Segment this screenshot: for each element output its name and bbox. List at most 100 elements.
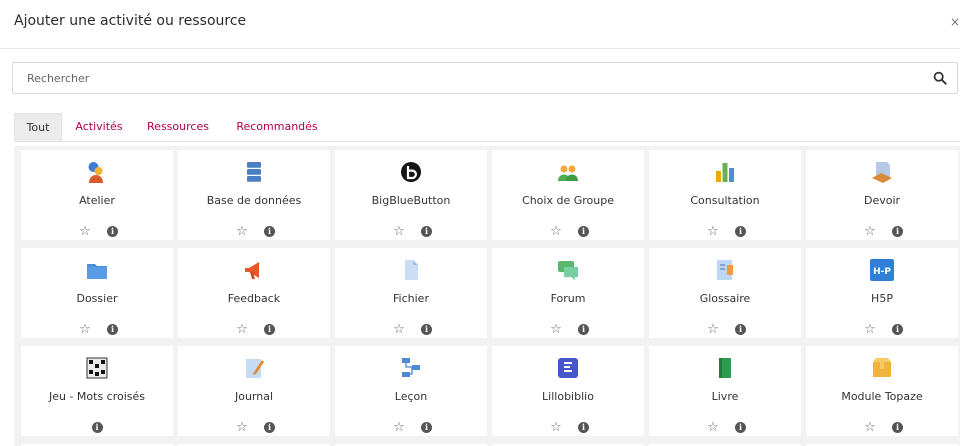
actions: ☆ i: [492, 319, 644, 337]
info-icon[interactable]: i: [91, 422, 103, 433]
star-icon[interactable]: ☆: [704, 224, 722, 239]
info-icon[interactable]: i: [264, 422, 276, 433]
tab-ressources[interactable]: Ressources: [142, 113, 214, 140]
activity-card-forum[interactable]: Forum ☆ i: [492, 248, 644, 338]
activity-card-choix-de-groupe[interactable]: Choix de Groupe ☆ i: [492, 150, 644, 240]
add-activity-modal: Ajouter une activité ou ressource × Tout…: [0, 0, 960, 446]
actions: ☆ i: [178, 417, 330, 435]
star-icon[interactable]: ☆: [704, 420, 722, 435]
crossword-icon: [86, 357, 108, 379]
star-icon[interactable]: ☆: [390, 420, 408, 435]
activity-label: Feedback: [227, 292, 281, 305]
bigbluebutton-icon: [401, 162, 421, 182]
info-icon[interactable]: i: [578, 422, 590, 433]
star-icon[interactable]: ☆: [861, 322, 879, 337]
activity-label: Fichier: [393, 292, 429, 305]
star-icon[interactable]: ☆: [547, 322, 565, 337]
lesson-icon: [402, 358, 420, 377]
info-icon[interactable]: i: [892, 422, 904, 433]
info-icon[interactable]: i: [578, 226, 590, 237]
activity-card-livre[interactable]: Livre ☆ i: [649, 346, 801, 436]
activity-label: BigBlueButton: [371, 194, 451, 207]
star-icon[interactable]: ☆: [861, 224, 879, 239]
chart-icon: [716, 163, 734, 182]
activity-label: Lillobiblio: [542, 390, 594, 403]
star-icon[interactable]: ☆: [547, 224, 565, 239]
info-icon[interactable]: i: [421, 226, 433, 237]
actions: ☆ i: [21, 221, 173, 239]
activity-label: Glossaire: [699, 292, 751, 305]
folder-icon: [87, 264, 107, 279]
activity-card-fichier[interactable]: Fichier ☆ i: [335, 248, 487, 338]
activity-label: Atelier: [79, 194, 115, 207]
search-icon[interactable]: [933, 71, 947, 85]
activity-card-feedback[interactable]: Feedback ☆ i: [178, 248, 330, 338]
info-icon[interactable]: i: [421, 422, 433, 433]
star-icon[interactable]: ☆: [861, 420, 879, 435]
star-icon[interactable]: ☆: [233, 322, 251, 337]
forum-icon: [558, 261, 578, 280]
actions: ☆ i: [806, 417, 958, 435]
info-icon[interactable]: i: [264, 226, 276, 237]
star-icon[interactable]: ☆: [233, 224, 251, 239]
topaze-icon: [873, 358, 891, 377]
activity-card-lecon[interactable]: Leçon ☆ i: [335, 346, 487, 436]
activity-card-atelier[interactable]: Atelier ☆ i: [21, 150, 173, 240]
activity-card-lillobiblio[interactable]: Lillobiblio ☆ i: [492, 346, 644, 436]
info-icon[interactable]: i: [107, 324, 119, 335]
activity-card-journal[interactable]: Journal ☆ i: [178, 346, 330, 436]
close-icon[interactable]: ×: [950, 12, 960, 32]
activity-card-devoir[interactable]: Devoir ☆ i: [806, 150, 958, 240]
info-icon[interactable]: i: [735, 422, 747, 433]
star-icon[interactable]: ☆: [233, 420, 251, 435]
star-icon[interactable]: ☆: [390, 224, 408, 239]
activity-grid: Atelier ☆ i Base de données ☆ i BigBlueB…: [14, 146, 960, 446]
info-icon[interactable]: i: [107, 226, 119, 237]
search-input[interactable]: [13, 63, 957, 93]
star-icon[interactable]: ☆: [76, 322, 94, 337]
info-icon[interactable]: i: [892, 226, 904, 237]
activity-card-jeu-mots-croises[interactable]: Jeu - Mots croisés i: [21, 346, 173, 436]
info-icon[interactable]: i: [735, 324, 747, 335]
info-icon[interactable]: i: [264, 324, 276, 335]
star-icon[interactable]: ☆: [390, 322, 408, 337]
actions: ☆ i: [649, 417, 801, 435]
category-tabs: Tout Activités Ressources Recommandés: [14, 113, 960, 142]
actions: ☆ i: [649, 221, 801, 239]
activity-label: Jeu - Mots croisés: [48, 390, 146, 403]
info-icon[interactable]: i: [421, 324, 433, 335]
info-icon[interactable]: i: [892, 324, 904, 335]
group-choice-icon: [558, 165, 578, 181]
activity-card-module-topaze[interactable]: Module Topaze ☆ i: [806, 346, 958, 436]
star-icon[interactable]: ☆: [547, 420, 565, 435]
activity-card-consultation[interactable]: Consultation ☆ i: [649, 150, 801, 240]
tab-activites[interactable]: Activités: [68, 113, 130, 140]
lillobiblio-icon: [558, 358, 578, 378]
actions: ☆ i: [806, 221, 958, 239]
megaphone-icon: [245, 262, 259, 279]
tab-recommandes[interactable]: Recommandés: [232, 113, 322, 140]
activity-label: Module Topaze: [841, 390, 923, 403]
info-icon[interactable]: i: [735, 226, 747, 237]
h5p-icon-text: H-P: [873, 267, 891, 277]
activity-label: Forum: [550, 292, 586, 305]
activity-card-dossier[interactable]: Dossier ☆ i: [21, 248, 173, 338]
activity-label: H5P: [871, 292, 893, 305]
activity-card-base-de-donnees[interactable]: Base de données ☆ i: [178, 150, 330, 240]
tab-tout[interactable]: Tout: [14, 113, 62, 141]
glossary-icon: [717, 260, 733, 280]
activity-card-glossaire[interactable]: Glossaire ☆ i: [649, 248, 801, 338]
activity-card-bigbluebutton[interactable]: BigBlueButton ☆ i: [335, 150, 487, 240]
activity-label: Base de données: [206, 194, 302, 207]
activity-card-h5p[interactable]: H-P H5P ☆ i: [806, 248, 958, 338]
info-icon[interactable]: i: [578, 324, 590, 335]
actions: ☆ i: [492, 221, 644, 239]
star-icon[interactable]: ☆: [704, 322, 722, 337]
h5p-icon: H-P: [870, 259, 894, 281]
search-field[interactable]: [12, 62, 958, 94]
book-icon: [719, 358, 731, 378]
modal-header: Ajouter une activité ou ressource ×: [0, 0, 960, 49]
database-icon: [247, 162, 261, 182]
actions: ☆ i: [335, 319, 487, 337]
star-icon[interactable]: ☆: [76, 224, 94, 239]
